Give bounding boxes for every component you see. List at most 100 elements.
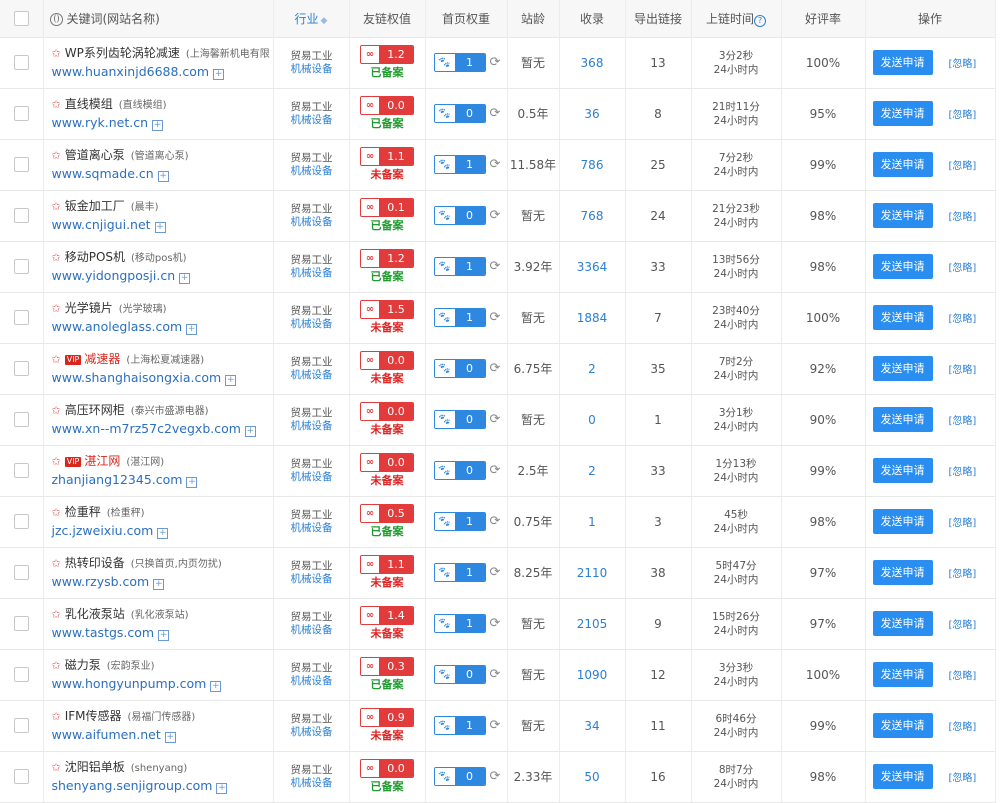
ignore-link[interactable]: [忽略] bbox=[949, 518, 977, 529]
ignore-link[interactable]: [忽略] bbox=[949, 671, 977, 682]
ignore-link[interactable]: [忽略] bbox=[949, 620, 977, 631]
row-select-cell[interactable] bbox=[0, 37, 44, 89]
send-request-button[interactable]: 发送申请 bbox=[872, 458, 933, 483]
expand-icon[interactable]: + bbox=[157, 170, 169, 182]
refresh-icon[interactable]: ⟳ bbox=[490, 718, 501, 733]
expand-icon[interactable]: + bbox=[153, 578, 165, 590]
ignore-link[interactable]: [忽略] bbox=[949, 110, 977, 121]
industry-secondary[interactable]: 机械设备 bbox=[291, 522, 349, 535]
ignore-link[interactable]: [忽略] bbox=[949, 59, 977, 70]
refresh-icon[interactable]: ⟳ bbox=[490, 616, 501, 631]
industry-secondary[interactable]: 机械设备 bbox=[291, 114, 349, 127]
row-select-cell[interactable] bbox=[0, 139, 44, 191]
refresh-icon[interactable]: ⟳ bbox=[490, 514, 501, 529]
ignore-link[interactable]: [忽略] bbox=[949, 212, 977, 223]
row-checkbox[interactable] bbox=[13, 565, 29, 580]
industry-secondary[interactable]: 机械设备 bbox=[291, 777, 349, 790]
site-url[interactable]: www.rzysb.com bbox=[52, 574, 150, 589]
expand-icon[interactable]: + bbox=[186, 476, 198, 488]
indexed-cell[interactable]: 2 bbox=[559, 343, 626, 395]
select-all-cell[interactable] bbox=[0, 0, 44, 38]
send-request-button[interactable]: 发送申请 bbox=[872, 305, 933, 330]
refresh-icon[interactable]: ⟳ bbox=[490, 463, 501, 478]
row-select-cell[interactable] bbox=[0, 292, 44, 344]
expand-icon[interactable]: + bbox=[210, 680, 222, 692]
row-checkbox[interactable] bbox=[13, 616, 29, 631]
ignore-link[interactable]: [忽略] bbox=[949, 314, 977, 325]
site-url[interactable]: jzc.jzweixiu.com bbox=[52, 523, 154, 538]
help-icon[interactable]: ? bbox=[754, 14, 766, 27]
send-request-button[interactable]: 发送申请 bbox=[872, 407, 933, 432]
row-select-cell[interactable] bbox=[0, 343, 44, 395]
site-url[interactable]: www.cnjigui.net bbox=[52, 217, 151, 232]
site-url[interactable]: www.yidongposji.cn bbox=[52, 268, 176, 283]
refresh-icon[interactable]: ⟳ bbox=[490, 310, 501, 325]
row-checkbox[interactable] bbox=[13, 514, 29, 529]
site-url[interactable]: www.ryk.net.cn bbox=[52, 115, 149, 130]
row-select-cell[interactable] bbox=[0, 445, 44, 497]
refresh-icon[interactable]: ⟳ bbox=[490, 208, 501, 223]
ignore-link[interactable]: [忽略] bbox=[949, 416, 977, 427]
ignore-link[interactable]: [忽略] bbox=[949, 722, 977, 733]
site-url[interactable]: www.huanxinjd6688.com bbox=[52, 64, 210, 79]
expand-icon[interactable]: + bbox=[152, 119, 164, 131]
send-request-button[interactable]: 发送申请 bbox=[872, 560, 933, 585]
ignore-link[interactable]: [忽略] bbox=[949, 161, 977, 172]
site-url[interactable]: zhanjiang12345.com bbox=[52, 472, 183, 487]
row-checkbox[interactable] bbox=[13, 667, 29, 682]
site-url[interactable]: www.hongyunpump.com bbox=[52, 676, 207, 691]
expand-icon[interactable]: + bbox=[158, 629, 170, 641]
expand-icon[interactable]: + bbox=[157, 527, 169, 539]
send-request-button[interactable]: 发送申请 bbox=[872, 713, 933, 738]
row-select-cell[interactable] bbox=[0, 88, 44, 140]
industry-secondary[interactable]: 机械设备 bbox=[291, 267, 349, 280]
send-request-button[interactable]: 发送申请 bbox=[872, 203, 933, 228]
industry-secondary[interactable]: 机械设备 bbox=[291, 63, 349, 76]
indexed-cell[interactable]: 50 bbox=[559, 751, 626, 803]
expand-icon[interactable]: + bbox=[225, 374, 237, 386]
sort-icon[interactable]: ◆ bbox=[321, 16, 328, 26]
row-select-cell[interactable] bbox=[0, 649, 44, 701]
refresh-icon[interactable]: ⟳ bbox=[490, 769, 501, 784]
industry-secondary[interactable]: 机械设备 bbox=[291, 726, 349, 739]
site-url[interactable]: shenyang.senjigroup.com bbox=[52, 778, 213, 793]
site-url[interactable]: www.xn--m7rz57c2vegxb.com bbox=[52, 421, 241, 436]
row-checkbox[interactable] bbox=[13, 208, 29, 223]
row-checkbox[interactable] bbox=[13, 310, 29, 325]
ignore-link[interactable]: [忽略] bbox=[949, 569, 977, 580]
send-request-button[interactable]: 发送申请 bbox=[872, 611, 933, 636]
indexed-cell[interactable]: 34 bbox=[559, 700, 626, 752]
industry-secondary[interactable]: 机械设备 bbox=[291, 573, 349, 586]
send-request-button[interactable]: 发送申请 bbox=[872, 509, 933, 534]
row-checkbox[interactable] bbox=[13, 769, 29, 784]
refresh-icon[interactable]: ⟳ bbox=[490, 361, 501, 376]
expand-icon[interactable]: + bbox=[213, 68, 225, 80]
ignore-link[interactable]: [忽略] bbox=[949, 467, 977, 478]
send-request-button[interactable]: 发送申请 bbox=[872, 662, 933, 687]
indexed-cell[interactable]: 2 bbox=[559, 445, 626, 497]
ignore-link[interactable]: [忽略] bbox=[949, 365, 977, 376]
expand-icon[interactable]: + bbox=[216, 782, 228, 794]
ignore-link[interactable]: [忽略] bbox=[949, 263, 977, 274]
send-request-button[interactable]: 发送申请 bbox=[872, 254, 933, 279]
indexed-cell[interactable]: 786 bbox=[559, 139, 626, 191]
select-all-checkbox[interactable] bbox=[13, 10, 29, 26]
site-url[interactable]: www.anoleglass.com bbox=[52, 319, 183, 334]
site-url[interactable]: www.shanghaisongxia.com bbox=[52, 370, 222, 385]
row-select-cell[interactable] bbox=[0, 598, 44, 650]
send-request-button[interactable]: 发送申请 bbox=[872, 764, 933, 789]
send-request-button[interactable]: 发送申请 bbox=[872, 50, 933, 75]
row-select-cell[interactable] bbox=[0, 394, 44, 446]
row-checkbox[interactable] bbox=[13, 718, 29, 733]
row-checkbox[interactable] bbox=[13, 157, 29, 172]
industry-secondary[interactable]: 机械设备 bbox=[291, 216, 349, 229]
send-request-button[interactable]: 发送申请 bbox=[872, 101, 933, 126]
indexed-cell[interactable]: 1 bbox=[559, 496, 626, 548]
industry-secondary[interactable]: 机械设备 bbox=[291, 420, 349, 433]
indexed-cell[interactable]: 0 bbox=[559, 394, 626, 446]
expand-icon[interactable]: + bbox=[164, 731, 176, 743]
row-select-cell[interactable] bbox=[0, 190, 44, 242]
industry-secondary[interactable]: 机械设备 bbox=[291, 624, 349, 637]
ignore-link[interactable]: [忽略] bbox=[949, 773, 977, 784]
industry-secondary[interactable]: 机械设备 bbox=[291, 369, 349, 382]
